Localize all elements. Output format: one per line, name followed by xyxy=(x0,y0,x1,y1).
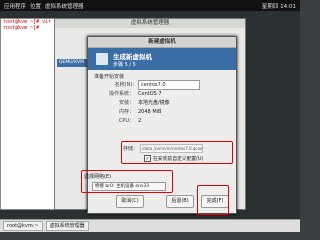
back-button[interactable]: 后退(B) xyxy=(166,195,194,208)
header-title: 生成新虚拟机 xyxy=(113,52,152,61)
header-step: 步骤 5 / 5 xyxy=(113,61,136,68)
new-vm-dialog: 新建虚拟机 生成新虚拟机 步骤 5 / 5 准备开始安装 名称(N): cent… xyxy=(81,36,237,215)
clock[interactable]: 星期四 14:01 xyxy=(262,2,296,10)
dialog-title: 新建虚拟机 xyxy=(88,37,236,48)
memory-value: 2048 MiB xyxy=(138,108,162,115)
taskbar: root@kvm:~ 虚拟系统管理器 xyxy=(0,219,300,232)
customize-label: 在安装前自定义配置(U) xyxy=(153,157,204,162)
os-label: 操作系统： xyxy=(108,91,134,97)
dialog-buttons: 取消(C) 后退(B) 完成(F) xyxy=(88,185,236,215)
active-app-menu[interactable]: 虚拟系统管理器 xyxy=(45,2,84,10)
cpu-value: 2 xyxy=(138,117,142,124)
checkmark-icon[interactable]: ✔ xyxy=(144,155,151,162)
taskbar-terminal[interactable]: root@kvm:~ xyxy=(3,221,43,231)
storage-label: 存储： xyxy=(123,146,139,152)
terminal-line: root@kvm ~]# xyxy=(3,25,40,31)
name-input[interactable]: centos7.0 xyxy=(138,79,200,90)
network-highlight: 选择网络(E) 桥接 br0: 主机设备 ens33 xyxy=(81,170,173,193)
storage-highlight: 存储： /data_kvm/vm/centos7.0.qcow2 ✔ 在安装前自… xyxy=(121,141,233,164)
memory-label: 内存： xyxy=(118,109,134,115)
storage-path: /data_kvm/vm/centos7.0.qcow2 xyxy=(140,144,203,153)
install-label: 安装： xyxy=(118,100,134,106)
top-panel: 应用程序 位置 虚拟系统管理器 星期四 14:01 xyxy=(0,0,300,11)
network-expander[interactable]: 选择网络(E) xyxy=(84,173,111,180)
window-title: 虚拟系统管理器 xyxy=(55,19,245,28)
name-label: 名称(N): xyxy=(114,82,134,88)
taskbar-virt-manager[interactable]: 虚拟系统管理器 xyxy=(45,221,89,231)
places-menu[interactable]: 位置 xyxy=(30,2,41,10)
dialog-header: 生成新虚拟机 步骤 5 / 5 xyxy=(88,48,236,70)
terminal-window[interactable]: root@kvm ~]# vir root@kvm ~]# xyxy=(0,18,56,210)
computer-icon xyxy=(96,53,108,65)
cpu-label: CPU： xyxy=(118,118,134,124)
network-select[interactable]: 桥接 br0: 主机设备 ens33 xyxy=(92,182,166,191)
finish-highlight xyxy=(197,185,229,215)
applications-menu[interactable]: 应用程序 xyxy=(4,2,26,10)
install-value: 本地光盘/镜像 xyxy=(138,100,170,106)
customize-checkbox[interactable]: ✔ 在安装前自定义配置(U) xyxy=(144,155,203,162)
os-value: CentOS 7 xyxy=(138,90,162,97)
cancel-button[interactable]: 取消(C) xyxy=(116,195,144,208)
